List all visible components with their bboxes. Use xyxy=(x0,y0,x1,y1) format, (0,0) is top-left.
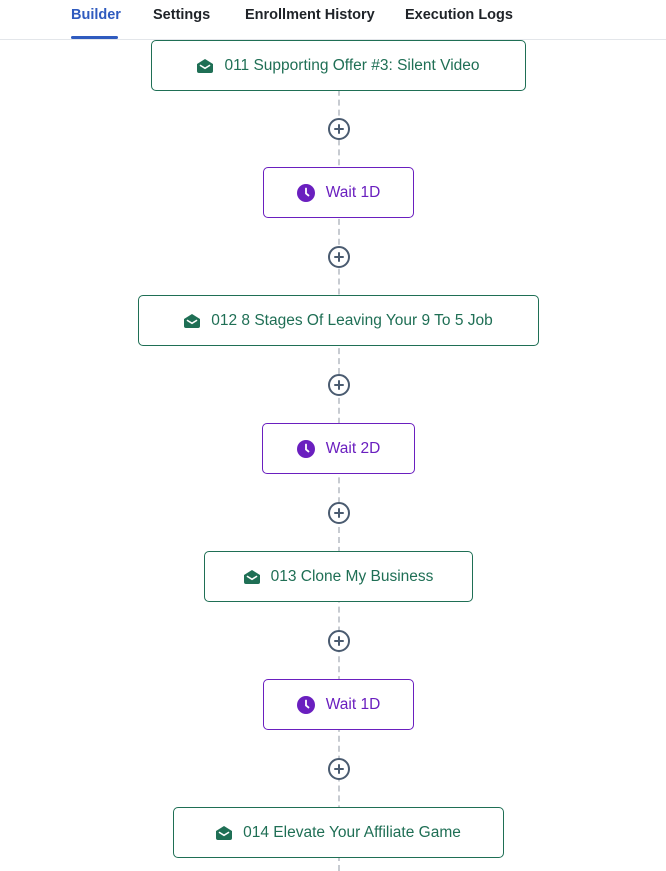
add-step-button[interactable] xyxy=(328,246,350,268)
workflow-node-wait[interactable]: Wait 2D xyxy=(262,423,415,474)
tab-settings[interactable]: Settings xyxy=(153,7,210,23)
node-label: 012 8 Stages Of Leaving Your 9 To 5 Job xyxy=(211,311,493,329)
workflow-node-wait[interactable]: Wait 1D xyxy=(263,167,414,218)
add-step-button[interactable] xyxy=(328,118,350,140)
plus-icon xyxy=(334,124,344,134)
add-step-button[interactable] xyxy=(328,630,350,652)
clock-icon xyxy=(296,183,315,202)
node-label: Wait 1D xyxy=(325,695,381,713)
clock-icon xyxy=(296,439,315,458)
add-step-button[interactable] xyxy=(328,758,350,780)
workflow-node-email[interactable]: 014 Elevate Your Affiliate Game xyxy=(173,807,504,858)
node-label: Wait 2D xyxy=(325,439,381,457)
plus-icon xyxy=(334,380,344,390)
plus-icon xyxy=(334,252,344,262)
envelope-open-icon xyxy=(197,58,214,73)
tab-builder[interactable]: Builder xyxy=(71,7,121,23)
envelope-open-icon xyxy=(184,313,201,328)
node-label: 011 Supporting Offer #3: Silent Video xyxy=(224,56,480,74)
add-step-button[interactable] xyxy=(328,374,350,396)
node-label: 013 Clone My Business xyxy=(270,567,434,585)
clock-icon xyxy=(296,695,315,714)
tab-bar: Builder Settings Enrollment History Exec… xyxy=(0,0,666,40)
workflow-node-email[interactable]: 012 8 Stages Of Leaving Your 9 To 5 Job xyxy=(138,295,539,346)
active-tab-indicator xyxy=(71,36,118,39)
node-label: 014 Elevate Your Affiliate Game xyxy=(243,823,461,841)
plus-icon xyxy=(334,508,344,518)
workflow-node-email[interactable]: 011 Supporting Offer #3: Silent Video xyxy=(151,40,526,91)
workflow-node-wait[interactable]: Wait 1D xyxy=(263,679,414,730)
tab-execution-logs[interactable]: Execution Logs xyxy=(405,7,513,23)
plus-icon xyxy=(334,764,344,774)
workflow-node-email[interactable]: 013 Clone My Business xyxy=(204,551,473,602)
node-label: Wait 1D xyxy=(325,183,381,201)
envelope-open-icon xyxy=(243,569,260,584)
plus-icon xyxy=(334,636,344,646)
envelope-open-icon xyxy=(216,825,233,840)
add-step-button[interactable] xyxy=(328,502,350,524)
tab-enrollment-history[interactable]: Enrollment History xyxy=(245,7,375,23)
